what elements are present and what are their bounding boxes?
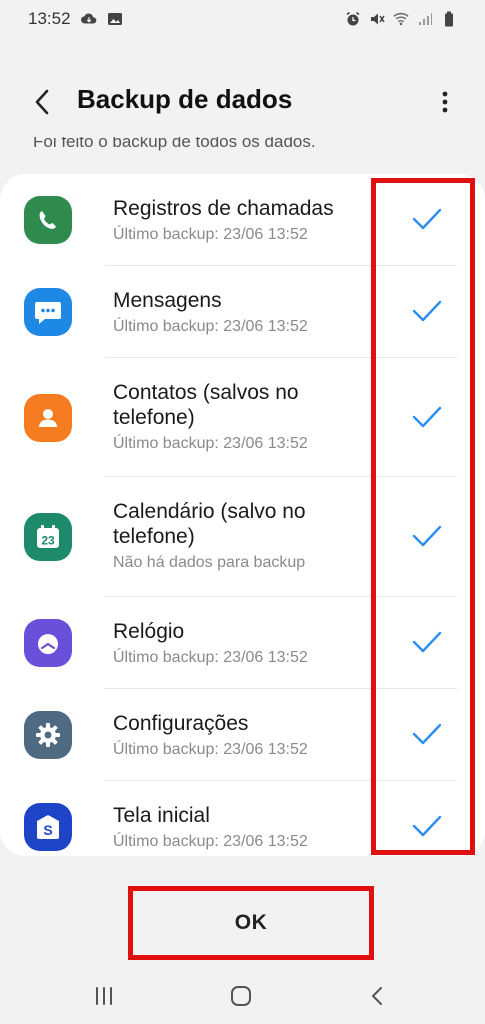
- more-options-button[interactable]: [433, 86, 457, 118]
- alarm-icon: [345, 11, 361, 27]
- signal-icon: [417, 11, 433, 27]
- wifi-icon: [393, 11, 409, 27]
- item-subtitle: Último backup: 23/06 13:52: [113, 833, 308, 850]
- recent-apps-button[interactable]: [84, 978, 124, 1014]
- back-icon: [372, 987, 382, 1005]
- recent-apps-icon: [96, 987, 112, 1005]
- item-title: Configurações: [113, 712, 249, 735]
- back-button[interactable]: [26, 86, 58, 118]
- svg-text:S: S: [43, 822, 52, 838]
- chevron-left-icon: [35, 89, 49, 115]
- navigation-bar: [0, 968, 485, 1024]
- item-subtitle: Último backup: 23/06 13:52: [113, 435, 308, 452]
- item-subtitle: Último backup: 23/06 13:52: [113, 741, 308, 758]
- item-title-line1: Contatos (salvos no: [113, 381, 299, 404]
- item-subtitle: Último backup: 23/06 13:52: [113, 649, 308, 666]
- item-title: Tela inicial: [113, 804, 210, 827]
- ok-button-label: OK: [234, 911, 268, 934]
- status-time: 13:52: [28, 9, 71, 28]
- home-icon: [231, 986, 251, 1006]
- item-title: Registros de chamadas: [113, 197, 334, 220]
- app-bar: Backup de dados: [0, 70, 485, 134]
- item-title-line2: telefone): [113, 525, 195, 548]
- more-vertical-icon: [442, 91, 448, 113]
- item-title: Relógio: [113, 620, 185, 643]
- battery-icon: [441, 11, 457, 27]
- gallery-icon: [107, 11, 123, 27]
- page-title: Backup de dados: [77, 84, 293, 114]
- backup-status-text: Foi feito o backup de todos os dados.: [33, 137, 316, 151]
- gear-icon: [24, 711, 72, 759]
- checkmarks-highlight: [371, 178, 475, 855]
- item-subtitle: Não há dados para backup: [113, 554, 306, 571]
- ok-button[interactable]: OK: [128, 886, 374, 960]
- nav-back-button[interactable]: [357, 978, 397, 1014]
- item-subtitle: Último backup: 23/06 13:52: [113, 318, 308, 335]
- cloud-sync-icon: [80, 11, 97, 27]
- item-title: Mensagens: [113, 289, 222, 312]
- clock-icon: [24, 619, 72, 667]
- item-title-line1: Calendário (salvo no: [113, 500, 306, 523]
- home-button[interactable]: [221, 978, 261, 1014]
- item-subtitle: Último backup: 23/06 13:52: [113, 226, 308, 243]
- mute-icon: [369, 11, 385, 27]
- message-icon: [24, 288, 72, 336]
- calendar-day: 23: [41, 534, 55, 548]
- phone-icon: [24, 196, 72, 244]
- home-screen-icon: S: [24, 803, 72, 851]
- item-title-line2: telefone): [113, 406, 195, 429]
- status-bar: 13:52: [0, 0, 485, 38]
- calendar-icon: 23: [24, 513, 72, 561]
- contact-icon: [24, 394, 72, 442]
